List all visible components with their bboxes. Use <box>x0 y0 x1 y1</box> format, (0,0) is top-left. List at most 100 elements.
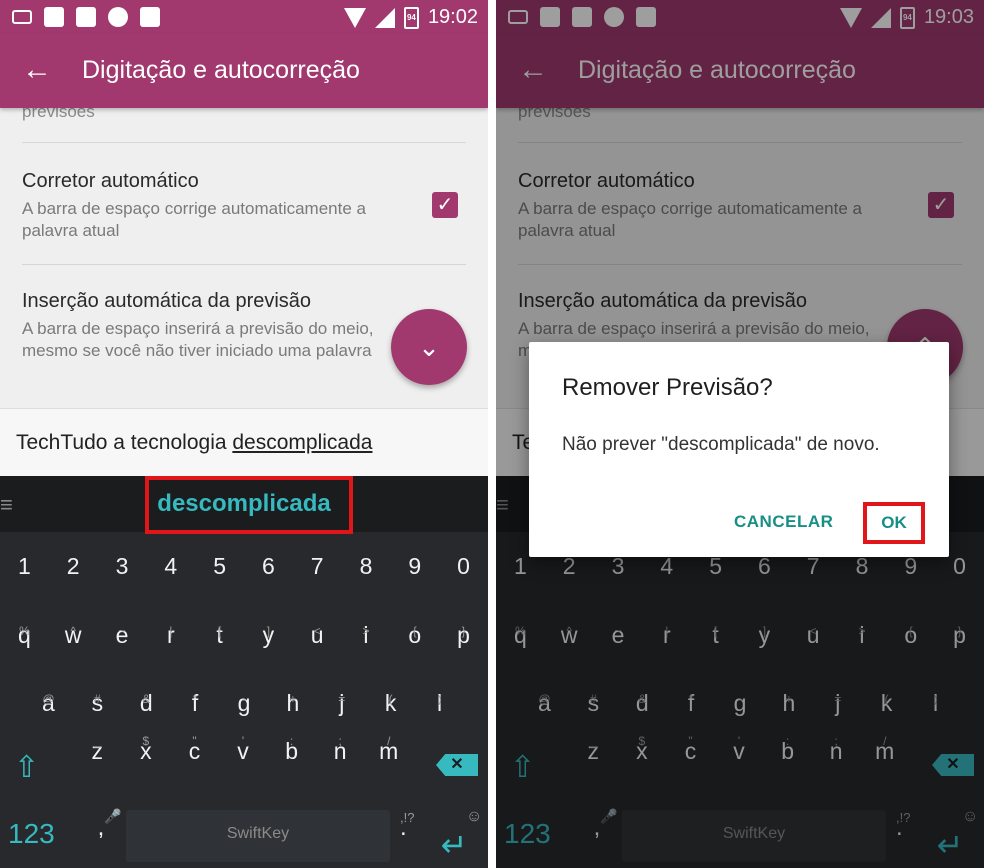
key-y[interactable]: y] <box>244 600 293 660</box>
key-z[interactable]: z _ <box>73 734 122 798</box>
key-h[interactable]: h + <box>268 668 317 728</box>
setting-autoinsert-title[interactable]: Inserção automática da previsão <box>22 290 311 313</box>
back-arrow-icon[interactable]: ← <box>22 55 52 86</box>
key-i[interactable]: i > <box>342 600 391 660</box>
cancel-button[interactable]: CANCELAR <box>734 512 833 532</box>
key-n[interactable]: n; <box>316 734 365 798</box>
key-v[interactable]: v ' <box>219 734 268 798</box>
key-9[interactable]: 9 <box>390 546 439 586</box>
symbols-key[interactable]: 123 <box>8 818 55 850</box>
key-secondary-symbol: ) <box>437 692 442 706</box>
key-6[interactable]: 6 <box>244 546 293 586</box>
key-secondary-symbol: + <box>289 692 297 706</box>
key-b[interactable]: b: <box>267 734 316 798</box>
period-key[interactable]: . <box>400 814 407 842</box>
autocorrect-checkbox[interactable]: ✓ <box>432 192 458 218</box>
space-key[interactable]: SwiftKey <box>126 810 390 862</box>
key-d[interactable]: d & <box>122 668 171 728</box>
key-4[interactable]: 4 <box>146 546 195 586</box>
key-label: 1 <box>18 553 31 579</box>
key-secondary-symbol: / <box>387 734 391 748</box>
key-1[interactable]: 1 <box>0 546 49 586</box>
key-5[interactable]: 5 <box>195 546 244 586</box>
key-0[interactable]: 0 <box>439 546 488 586</box>
key-secondary-symbol: } <box>461 624 466 638</box>
backspace-icon[interactable]: ✕ <box>436 754 478 776</box>
key-o[interactable]: o{ <box>390 600 439 660</box>
typed-text: TechTudo a tecnologia descomplicada <box>16 431 372 455</box>
setting-autocorrect-title[interactable]: Corretor automático <box>22 170 199 193</box>
keyboard: ≡ descomplicada 1234567890 q% w ^ e ~ r | t[y] u… <box>0 476 488 868</box>
key-g[interactable]: g- <box>220 668 269 728</box>
dialog-title: Remover Previsão? <box>562 374 773 401</box>
key-secondary-symbol: > <box>362 624 370 638</box>
key-secondary-symbol: = <box>338 692 346 706</box>
key-label: 2 <box>66 553 80 579</box>
key-secondary-symbol: | <box>169 624 173 638</box>
status-bar: 94 19:02 <box>0 0 488 34</box>
key-secondary-symbol: ] <box>266 624 271 638</box>
key-label: 0 <box>457 553 470 579</box>
key-2[interactable]: 2 <box>49 546 98 586</box>
key-x[interactable]: x $ <box>122 734 171 798</box>
keyboard-icon <box>12 10 32 24</box>
key-secondary-symbol: : <box>289 734 294 748</box>
bag-icon <box>140 7 160 27</box>
key-7[interactable]: 7 <box>293 546 342 586</box>
prediction-bar: ≡ descomplicada <box>0 476 488 534</box>
key-c[interactable]: c " <box>170 734 219 798</box>
key-r[interactable]: r | <box>146 600 195 660</box>
app-bar: ← Digitação e autocorreção <box>0 34 488 108</box>
key-u[interactable]: u < <box>293 600 342 660</box>
ok-button[interactable]: OK <box>863 502 925 544</box>
key-t[interactable]: t[ <box>195 600 244 660</box>
key-a[interactable]: a @ <box>24 668 73 728</box>
key-l[interactable]: l) <box>415 668 464 728</box>
key-secondary-symbol: " <box>192 734 197 748</box>
collapse-keyboard-button[interactable]: ⌄ <box>391 309 467 385</box>
key-j[interactable]: j = <box>317 668 366 728</box>
key-label: 6 <box>261 553 275 579</box>
key-secondary-symbol: ' <box>241 734 245 748</box>
keyboard-bottom-row: 123 🎤 , SwiftKey ,!? . ☺ ↵ <box>0 806 488 866</box>
key-f[interactable]: f * <box>171 668 220 728</box>
key-secondary-symbol: ^ <box>70 624 77 638</box>
key-label: 5 <box>213 553 226 579</box>
key-secondary-symbol: @ <box>42 692 55 706</box>
clock: 19:02 <box>427 6 478 28</box>
key-e[interactable]: e ~ <box>98 600 147 660</box>
setting-autocorrect-subtitle: A barra de espaço corrige automaticament… <box>22 199 366 240</box>
key-secondary-symbol: & <box>142 692 151 706</box>
key-8[interactable]: 8 <box>342 546 391 586</box>
enter-icon[interactable]: ↵ <box>430 829 478 861</box>
signal-icon <box>374 7 395 28</box>
key-q[interactable]: q% <box>0 600 49 660</box>
number-row: 1 2 3 4 5 6 7 8 9 0 <box>0 546 488 586</box>
divider <box>22 264 466 265</box>
swiftkey-logo: SwiftKey <box>226 825 290 842</box>
key-secondary-symbol: % <box>19 624 30 638</box>
key-label: 8 <box>359 553 373 579</box>
divider <box>22 142 466 143</box>
key-secondary-symbol: $ <box>142 734 150 748</box>
key-p[interactable]: p} <box>439 600 488 660</box>
text-input-field[interactable]: TechTudo a tecnologia descomplicada <box>0 408 488 476</box>
phone-screen-right: 94 19:03 ← Digitação e autocorreção prev… <box>496 0 984 868</box>
key-w[interactable]: w ^ <box>49 600 98 660</box>
key-row-a: a @ s # d & f * g - h + j = k(l) <box>0 668 488 728</box>
key-secondary-symbol: [ <box>217 624 222 638</box>
key-row-z: z _ x $ c " v ' b: n; m / <box>73 734 413 798</box>
key-s[interactable]: s # <box>73 668 122 728</box>
setting-autoinsert-subtitle: A barra de espaço inserirá a previsão do… <box>22 319 374 360</box>
shift-icon[interactable]: ⇧ <box>14 750 48 786</box>
comma-key[interactable]: , <box>88 814 114 842</box>
key-label: 3 <box>115 553 129 579</box>
separator <box>488 0 496 868</box>
typed-current-word: descomplicada <box>232 431 373 454</box>
key-secondary-symbol: { <box>412 624 417 638</box>
phone-screen-left: 94 19:02 ← Digitação e autocorreção prev… <box>0 0 488 868</box>
key-secondary-symbol: ; <box>338 734 342 748</box>
key-3[interactable]: 3 <box>98 546 147 586</box>
key-k[interactable]: k( <box>366 668 415 728</box>
key-m[interactable]: m / <box>364 734 413 798</box>
